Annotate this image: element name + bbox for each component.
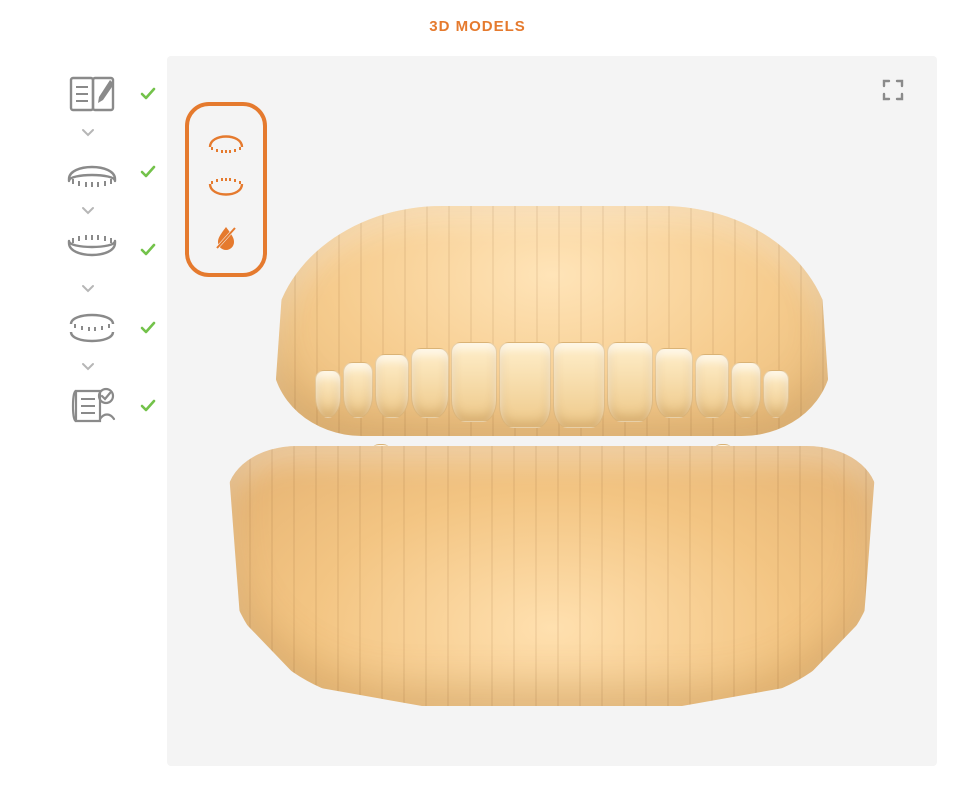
upper-arch-icon [206,129,246,153]
toggle-lower-jaw-button[interactable] [206,170,246,210]
toggle-upper-jaw-button[interactable] [206,121,246,161]
fullscreen-icon [881,78,905,102]
check-icon [139,163,157,181]
page-title: 3D MODELS [429,18,526,35]
step-patient-form[interactable] [63,72,157,116]
form-pencil-icon [63,72,121,116]
review-checklist-icon [63,384,121,428]
chevron-down-icon [81,128,139,138]
bite-icon [63,306,121,350]
chevron-down-icon [81,284,139,294]
workflow-stepper [55,72,165,428]
check-icon [139,85,157,103]
lower-arch-icon [206,178,246,202]
toggle-color-overlay-button[interactable] [206,218,246,258]
chevron-down-icon [81,362,139,372]
step-lower-jaw[interactable] [63,228,157,272]
step-bite[interactable] [63,306,157,350]
fullscreen-button[interactable] [881,78,909,106]
lower-jaw-icon [63,228,121,272]
view-toolbox [185,102,267,277]
step-upper-jaw[interactable] [63,150,157,194]
dental-model-render [167,56,937,766]
check-icon [139,241,157,259]
check-icon [139,319,157,337]
check-icon [139,397,157,415]
upper-jaw-icon [63,150,121,194]
step-review[interactable] [63,384,157,428]
no-color-icon [212,224,240,252]
chevron-down-icon [81,206,139,216]
model-viewer[interactable] [167,56,937,766]
